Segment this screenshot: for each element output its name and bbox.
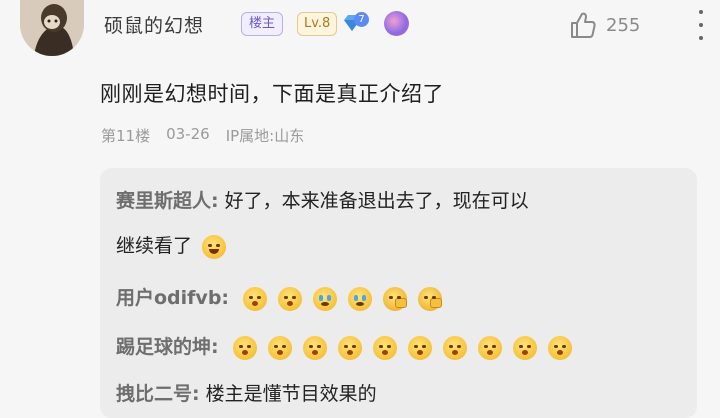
- reply-text: 好了，本来准备退出去了，现在可以: [224, 190, 529, 212]
- thumbs-up-icon: [571, 12, 596, 38]
- owner-badge: 楼主: [241, 12, 284, 36]
- reply-item-continued: 继续看了: [116, 230, 676, 262]
- ip-location: IP属地:山东: [225, 127, 305, 145]
- like-button[interactable]: 255: [568, 10, 640, 40]
- reply-list[interactable]: 赛里斯超人: 好了，本来准备退出去了，现在可以 继续看了 用户odifvb: 踢…: [100, 168, 697, 418]
- reply-text: 继续看了: [116, 235, 193, 257]
- post-date: 03-26: [166, 125, 210, 143]
- cry-emoji: [348, 286, 373, 311]
- shock-emoji: [442, 335, 467, 360]
- reply-author[interactable]: 踢足球的坤:: [116, 336, 219, 358]
- post-meta: 第11楼 03-26 IP属地:山东: [101, 125, 304, 146]
- reply-author[interactable]: 赛里斯超人:: [116, 190, 219, 212]
- user-avatar[interactable]: [20, 0, 84, 56]
- cry-emoji: [313, 286, 338, 311]
- reply-text: 楼主是懂节目效果的: [205, 383, 377, 405]
- shock-emoji: [407, 335, 432, 360]
- shock-emoji: [278, 286, 303, 311]
- reply-item[interactable]: 拽比二号: 楼主是懂节目效果的: [116, 378, 676, 410]
- diamond-level-number: 7: [354, 12, 369, 27]
- member-icon: [384, 11, 409, 36]
- author-name[interactable]: 硕鼠的幻想: [104, 11, 204, 38]
- cartoon-avatar-icon: [20, 0, 84, 56]
- shock-emoji: [243, 286, 268, 311]
- reply-item[interactable]: 踢足球的坤:: [116, 331, 676, 363]
- diamond-level-badge: 7: [341, 12, 375, 36]
- shock-emoji: [337, 335, 362, 360]
- facepalm-emoji: [418, 286, 443, 311]
- shock-emoji: [477, 335, 502, 360]
- emoji-row: [232, 335, 572, 360]
- reply-author[interactable]: 用户odifvb:: [116, 287, 229, 309]
- laugh-emoji: [202, 234, 227, 259]
- reply-author[interactable]: 拽比二号:: [116, 383, 200, 405]
- shock-emoji: [302, 335, 327, 360]
- level-badge: Lv.8: [297, 12, 338, 36]
- post-content: 刚刚是幻想时间，下面是真正介绍了: [100, 82, 444, 106]
- facepalm-emoji: [383, 286, 408, 311]
- reply-item[interactable]: 用户odifvb:: [116, 282, 676, 314]
- emoji-row: [243, 286, 443, 311]
- reply-item[interactable]: 赛里斯超人: 好了，本来准备退出去了，现在可以: [116, 185, 676, 217]
- shock-emoji: [267, 335, 292, 360]
- floor-number: 第11楼: [101, 127, 151, 145]
- like-count: 255: [606, 14, 641, 36]
- more-options-icon[interactable]: [694, 10, 708, 40]
- shock-emoji: [512, 335, 537, 360]
- shock-emoji: [372, 335, 397, 360]
- shock-emoji: [547, 335, 572, 360]
- shock-emoji: [232, 335, 257, 360]
